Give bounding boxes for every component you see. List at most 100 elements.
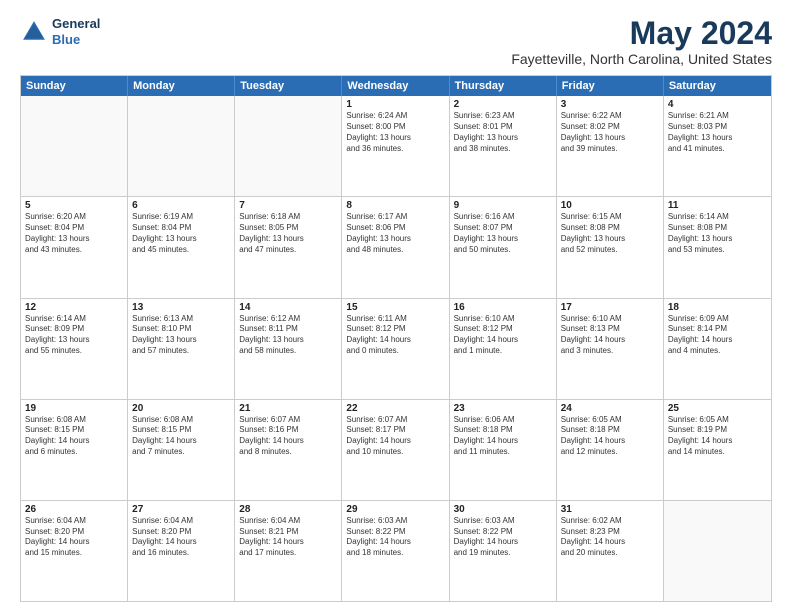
day-info: Sunrise: 6:12 AM Sunset: 8:11 PM Dayligh…	[239, 314, 337, 357]
day-number: 30	[454, 504, 552, 515]
location-title: Fayetteville, North Carolina, United Sta…	[511, 51, 772, 67]
day-header-saturday: Saturday	[664, 76, 771, 96]
day-cell: 9Sunrise: 6:16 AM Sunset: 8:07 PM Daylig…	[450, 197, 557, 297]
day-cell: 10Sunrise: 6:15 AM Sunset: 8:08 PM Dayli…	[557, 197, 664, 297]
day-number: 11	[668, 200, 767, 211]
week-row-1: 1Sunrise: 6:24 AM Sunset: 8:00 PM Daylig…	[21, 96, 771, 196]
day-cell: 7Sunrise: 6:18 AM Sunset: 8:05 PM Daylig…	[235, 197, 342, 297]
page: General Blue May 2024 Fayetteville, Nort…	[0, 0, 792, 612]
day-header-monday: Monday	[128, 76, 235, 96]
day-cell: 3Sunrise: 6:22 AM Sunset: 8:02 PM Daylig…	[557, 96, 664, 196]
day-header-sunday: Sunday	[21, 76, 128, 96]
month-title: May 2024	[511, 16, 772, 51]
day-info: Sunrise: 6:02 AM Sunset: 8:23 PM Dayligh…	[561, 516, 659, 559]
day-number: 17	[561, 302, 659, 313]
week-row-2: 5Sunrise: 6:20 AM Sunset: 8:04 PM Daylig…	[21, 196, 771, 297]
day-cell: 26Sunrise: 6:04 AM Sunset: 8:20 PM Dayli…	[21, 501, 128, 601]
logo-icon	[20, 18, 48, 46]
day-info: Sunrise: 6:09 AM Sunset: 8:14 PM Dayligh…	[668, 314, 767, 357]
day-number: 18	[668, 302, 767, 313]
day-info: Sunrise: 6:23 AM Sunset: 8:01 PM Dayligh…	[454, 111, 552, 154]
day-cell: 24Sunrise: 6:05 AM Sunset: 8:18 PM Dayli…	[557, 400, 664, 500]
day-number: 21	[239, 403, 337, 414]
day-info: Sunrise: 6:13 AM Sunset: 8:10 PM Dayligh…	[132, 314, 230, 357]
day-cell	[128, 96, 235, 196]
day-number: 5	[25, 200, 123, 211]
day-info: Sunrise: 6:16 AM Sunset: 8:07 PM Dayligh…	[454, 212, 552, 255]
day-info: Sunrise: 6:04 AM Sunset: 8:20 PM Dayligh…	[132, 516, 230, 559]
day-cell: 22Sunrise: 6:07 AM Sunset: 8:17 PM Dayli…	[342, 400, 449, 500]
day-cell: 13Sunrise: 6:13 AM Sunset: 8:10 PM Dayli…	[128, 299, 235, 399]
day-info: Sunrise: 6:06 AM Sunset: 8:18 PM Dayligh…	[454, 415, 552, 458]
day-cell: 5Sunrise: 6:20 AM Sunset: 8:04 PM Daylig…	[21, 197, 128, 297]
day-cell	[235, 96, 342, 196]
day-number: 2	[454, 99, 552, 110]
day-cell: 18Sunrise: 6:09 AM Sunset: 8:14 PM Dayli…	[664, 299, 771, 399]
day-number: 1	[346, 99, 444, 110]
day-cell: 28Sunrise: 6:04 AM Sunset: 8:21 PM Dayli…	[235, 501, 342, 601]
day-cell: 2Sunrise: 6:23 AM Sunset: 8:01 PM Daylig…	[450, 96, 557, 196]
day-info: Sunrise: 6:14 AM Sunset: 8:09 PM Dayligh…	[25, 314, 123, 357]
day-number: 10	[561, 200, 659, 211]
day-number: 29	[346, 504, 444, 515]
day-header-thursday: Thursday	[450, 76, 557, 96]
day-number: 20	[132, 403, 230, 414]
header: General Blue May 2024 Fayetteville, Nort…	[20, 16, 772, 67]
day-number: 6	[132, 200, 230, 211]
day-cell: 14Sunrise: 6:12 AM Sunset: 8:11 PM Dayli…	[235, 299, 342, 399]
logo-text: General Blue	[52, 16, 100, 47]
day-number: 28	[239, 504, 337, 515]
day-number: 9	[454, 200, 552, 211]
day-number: 3	[561, 99, 659, 110]
day-cell: 25Sunrise: 6:05 AM Sunset: 8:19 PM Dayli…	[664, 400, 771, 500]
week-row-5: 26Sunrise: 6:04 AM Sunset: 8:20 PM Dayli…	[21, 500, 771, 601]
day-info: Sunrise: 6:07 AM Sunset: 8:16 PM Dayligh…	[239, 415, 337, 458]
day-cell: 23Sunrise: 6:06 AM Sunset: 8:18 PM Dayli…	[450, 400, 557, 500]
day-info: Sunrise: 6:03 AM Sunset: 8:22 PM Dayligh…	[454, 516, 552, 559]
day-number: 13	[132, 302, 230, 313]
day-info: Sunrise: 6:17 AM Sunset: 8:06 PM Dayligh…	[346, 212, 444, 255]
day-info: Sunrise: 6:08 AM Sunset: 8:15 PM Dayligh…	[132, 415, 230, 458]
day-cell: 20Sunrise: 6:08 AM Sunset: 8:15 PM Dayli…	[128, 400, 235, 500]
day-info: Sunrise: 6:15 AM Sunset: 8:08 PM Dayligh…	[561, 212, 659, 255]
day-number: 7	[239, 200, 337, 211]
day-cell: 8Sunrise: 6:17 AM Sunset: 8:06 PM Daylig…	[342, 197, 449, 297]
day-cell: 29Sunrise: 6:03 AM Sunset: 8:22 PM Dayli…	[342, 501, 449, 601]
day-cell	[21, 96, 128, 196]
day-number: 8	[346, 200, 444, 211]
day-number: 27	[132, 504, 230, 515]
day-cell: 21Sunrise: 6:07 AM Sunset: 8:16 PM Dayli…	[235, 400, 342, 500]
week-row-4: 19Sunrise: 6:08 AM Sunset: 8:15 PM Dayli…	[21, 399, 771, 500]
day-cell	[664, 501, 771, 601]
day-number: 22	[346, 403, 444, 414]
day-header-friday: Friday	[557, 76, 664, 96]
day-cell: 11Sunrise: 6:14 AM Sunset: 8:08 PM Dayli…	[664, 197, 771, 297]
day-header-wednesday: Wednesday	[342, 76, 449, 96]
day-number: 15	[346, 302, 444, 313]
day-info: Sunrise: 6:04 AM Sunset: 8:20 PM Dayligh…	[25, 516, 123, 559]
day-number: 24	[561, 403, 659, 414]
logo: General Blue	[20, 16, 100, 47]
day-info: Sunrise: 6:20 AM Sunset: 8:04 PM Dayligh…	[25, 212, 123, 255]
day-info: Sunrise: 6:08 AM Sunset: 8:15 PM Dayligh…	[25, 415, 123, 458]
day-cell: 1Sunrise: 6:24 AM Sunset: 8:00 PM Daylig…	[342, 96, 449, 196]
day-number: 16	[454, 302, 552, 313]
day-number: 26	[25, 504, 123, 515]
day-info: Sunrise: 6:10 AM Sunset: 8:13 PM Dayligh…	[561, 314, 659, 357]
day-number: 14	[239, 302, 337, 313]
day-cell: 4Sunrise: 6:21 AM Sunset: 8:03 PM Daylig…	[664, 96, 771, 196]
title-block: May 2024 Fayetteville, North Carolina, U…	[511, 16, 772, 67]
day-info: Sunrise: 6:24 AM Sunset: 8:00 PM Dayligh…	[346, 111, 444, 154]
day-cell: 16Sunrise: 6:10 AM Sunset: 8:12 PM Dayli…	[450, 299, 557, 399]
calendar: SundayMondayTuesdayWednesdayThursdayFrid…	[20, 75, 772, 602]
day-info: Sunrise: 6:19 AM Sunset: 8:04 PM Dayligh…	[132, 212, 230, 255]
calendar-body: 1Sunrise: 6:24 AM Sunset: 8:00 PM Daylig…	[21, 96, 771, 601]
day-cell: 15Sunrise: 6:11 AM Sunset: 8:12 PM Dayli…	[342, 299, 449, 399]
day-info: Sunrise: 6:21 AM Sunset: 8:03 PM Dayligh…	[668, 111, 767, 154]
day-number: 4	[668, 99, 767, 110]
day-cell: 31Sunrise: 6:02 AM Sunset: 8:23 PM Dayli…	[557, 501, 664, 601]
day-info: Sunrise: 6:18 AM Sunset: 8:05 PM Dayligh…	[239, 212, 337, 255]
day-headers: SundayMondayTuesdayWednesdayThursdayFrid…	[21, 76, 771, 96]
day-number: 23	[454, 403, 552, 414]
day-cell: 6Sunrise: 6:19 AM Sunset: 8:04 PM Daylig…	[128, 197, 235, 297]
